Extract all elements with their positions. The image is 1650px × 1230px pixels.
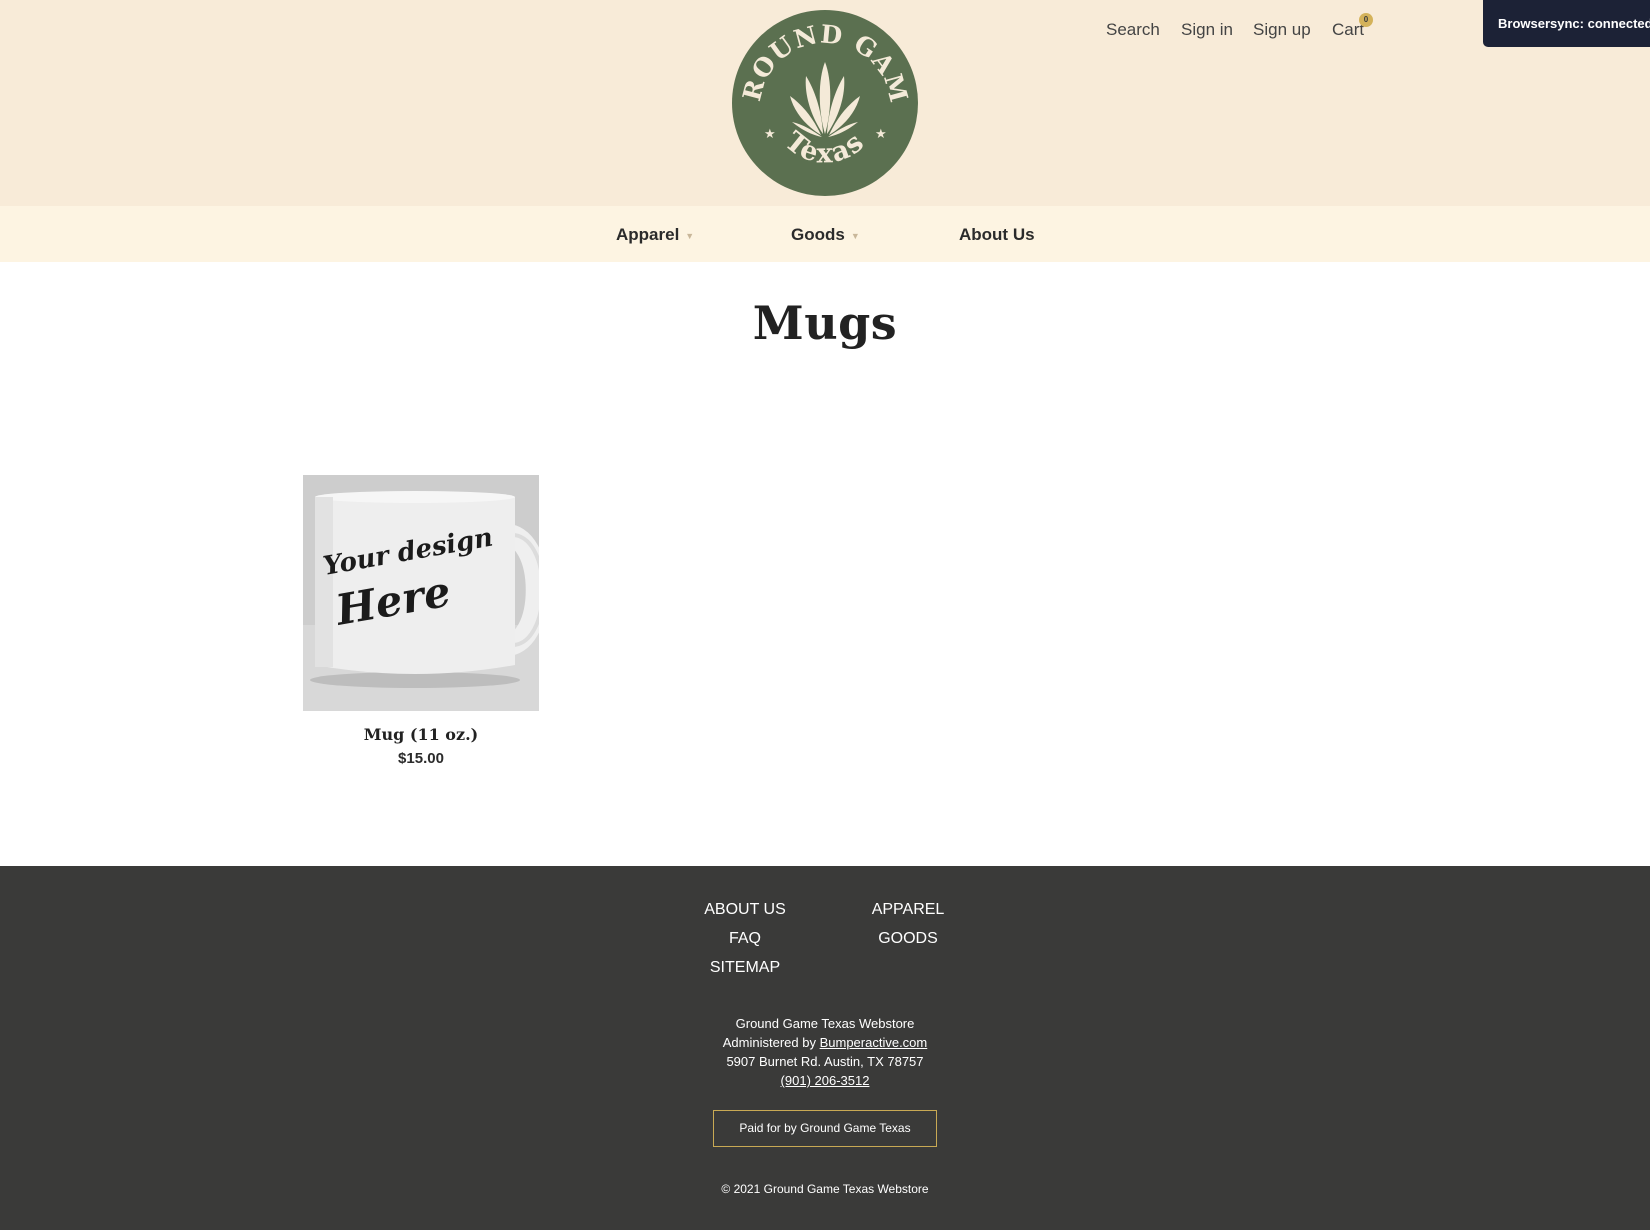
sign-up-link[interactable]: Sign up bbox=[1253, 20, 1311, 40]
nav-item-goods[interactable]: Goods ▼ bbox=[791, 225, 860, 245]
product-image[interactable]: Your design Here bbox=[303, 475, 539, 711]
footer-link-apparel[interactable]: APPAREL bbox=[858, 895, 958, 924]
product-price: $15.00 bbox=[398, 750, 444, 767]
svg-text:★: ★ bbox=[875, 127, 887, 142]
product-card[interactable]: Your design Here Mug (11 oz.) $15.00 bbox=[303, 475, 539, 767]
footer-link-faq[interactable]: FAQ bbox=[690, 924, 800, 953]
administered-by: Administered by Bumperactive.com bbox=[0, 1033, 1650, 1052]
bumperactive-link[interactable]: Bumperactive.com bbox=[820, 1035, 928, 1050]
nav-item-about-us[interactable]: About Us bbox=[959, 225, 1035, 245]
chevron-down-icon: ▼ bbox=[685, 230, 695, 241]
administered-prefix: Administered by bbox=[722, 1035, 816, 1050]
product-name[interactable]: Mug (11 oz.) bbox=[303, 725, 539, 744]
ground-game-texas-logo: GROUND GAME Texas ★ ★ bbox=[732, 10, 918, 196]
store-name: Ground Game Texas Webstore bbox=[735, 1016, 915, 1031]
sign-in-link[interactable]: Sign in bbox=[1181, 20, 1233, 40]
footer-links-column-1: ABOUT US FAQ SITEMAP bbox=[690, 895, 800, 982]
store-address: 5907 Burnet Rd. Austin, TX 78757 bbox=[726, 1054, 924, 1069]
nav-item-apparel[interactable]: Apparel ▼ bbox=[616, 225, 694, 245]
main-navigation: Apparel ▼ Goods ▼ About Us bbox=[0, 206, 1650, 262]
footer-link-sitemap[interactable]: SITEMAP bbox=[690, 953, 800, 982]
site-footer: ABOUT US FAQ SITEMAP APPAREL GOODS Groun… bbox=[0, 866, 1650, 1230]
chevron-down-icon: ▼ bbox=[850, 230, 860, 241]
nav-item-label: Goods bbox=[791, 225, 845, 244]
phone-link[interactable]: (901) 206-3512 bbox=[781, 1073, 870, 1088]
footer-links-column-2: APPAREL GOODS bbox=[858, 895, 958, 953]
footer-link-about-us[interactable]: ABOUT US bbox=[690, 895, 800, 924]
footer-store-info: Ground Game Texas Webstore Administered … bbox=[0, 1014, 1650, 1090]
nav-item-label: Apparel bbox=[616, 225, 680, 244]
browsersync-notification: Browsersync: connected bbox=[1483, 0, 1650, 47]
search-link[interactable]: Search bbox=[1106, 20, 1160, 40]
nav-item-label: About Us bbox=[959, 225, 1035, 244]
footer-link-goods[interactable]: GOODS bbox=[858, 924, 958, 953]
page-title: Mugs bbox=[752, 296, 898, 350]
svg-text:★: ★ bbox=[764, 127, 776, 142]
copyright: © 2021 Ground Game Texas Webstore bbox=[721, 1182, 929, 1196]
paid-for-disclaimer: Paid for by Ground Game Texas bbox=[713, 1110, 937, 1147]
cart-count-badge: 0 bbox=[1359, 13, 1373, 27]
site-header: GROUND GAME Texas ★ ★ Search Sign in Sig… bbox=[0, 0, 1650, 206]
